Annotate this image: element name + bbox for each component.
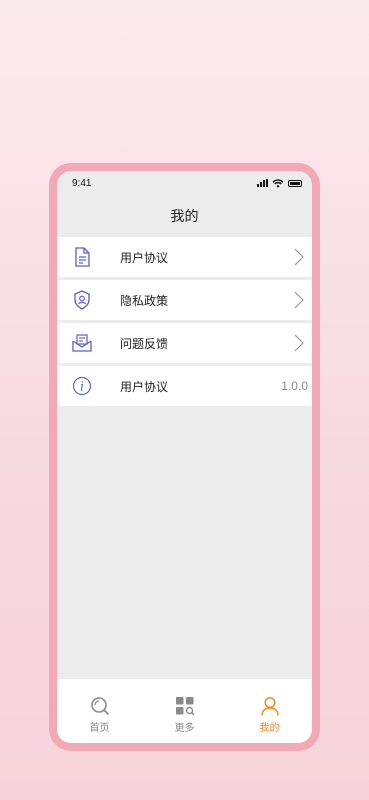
user-icon <box>259 695 281 717</box>
tab-label: 更多 <box>174 723 195 734</box>
status-icons <box>257 178 302 188</box>
search-icon <box>89 695 111 717</box>
menu-list: 用户协议 隐私政策 问题反馈 i 用户协议 1.0.0 <box>57 237 312 409</box>
tab-bar: 首页 更多 我的 <box>57 679 312 743</box>
document-icon <box>70 245 94 269</box>
menu-item-label: 隐私政策 <box>120 293 169 308</box>
signal-icon <box>257 179 268 187</box>
app-screen: 9:41 我的 用户协议 隐私政策 问题反馈 i 用户协议 1.0.0 首页 更… <box>57 171 312 743</box>
menu-item-label: 用户协议 <box>120 379 169 394</box>
tab-home[interactable]: 首页 <box>70 695 130 734</box>
shield-user-icon <box>70 288 94 312</box>
menu-item-label: 问题反馈 <box>120 336 169 351</box>
menu-item-privacy-policy[interactable]: 隐私政策 <box>57 280 312 320</box>
battery-icon <box>288 179 302 187</box>
phone-frame: 9:41 我的 用户协议 隐私政策 问题反馈 i 用户协议 1.0.0 首页 更… <box>49 163 320 751</box>
chevron-right-icon <box>294 334 304 352</box>
chevron-right-icon <box>294 291 304 309</box>
grid-search-icon <box>174 695 196 717</box>
version-value: 1.0.0 <box>281 379 308 393</box>
tab-label: 我的 <box>259 723 280 734</box>
menu-item-user-agreement[interactable]: 用户协议 <box>57 237 312 277</box>
tab-more[interactable]: 更多 <box>155 695 215 734</box>
menu-item-feedback[interactable]: 问题反馈 <box>57 323 312 363</box>
feedback-mail-icon <box>70 331 94 355</box>
page-title: 我的 <box>170 208 199 224</box>
tab-mine[interactable]: 我的 <box>240 695 300 734</box>
tab-label: 首页 <box>89 723 110 734</box>
status-time: 9:41 <box>72 177 92 189</box>
status-bar: 9:41 <box>57 171 312 195</box>
info-icon: i <box>70 374 94 398</box>
menu-item-label: 用户协议 <box>120 250 169 265</box>
wifi-icon <box>272 178 284 187</box>
menu-item-version[interactable]: i 用户协议 1.0.0 <box>57 366 312 406</box>
chevron-right-icon <box>294 248 304 266</box>
page-title-bar: 我的 <box>57 195 312 237</box>
svg-text:i: i <box>80 380 84 394</box>
